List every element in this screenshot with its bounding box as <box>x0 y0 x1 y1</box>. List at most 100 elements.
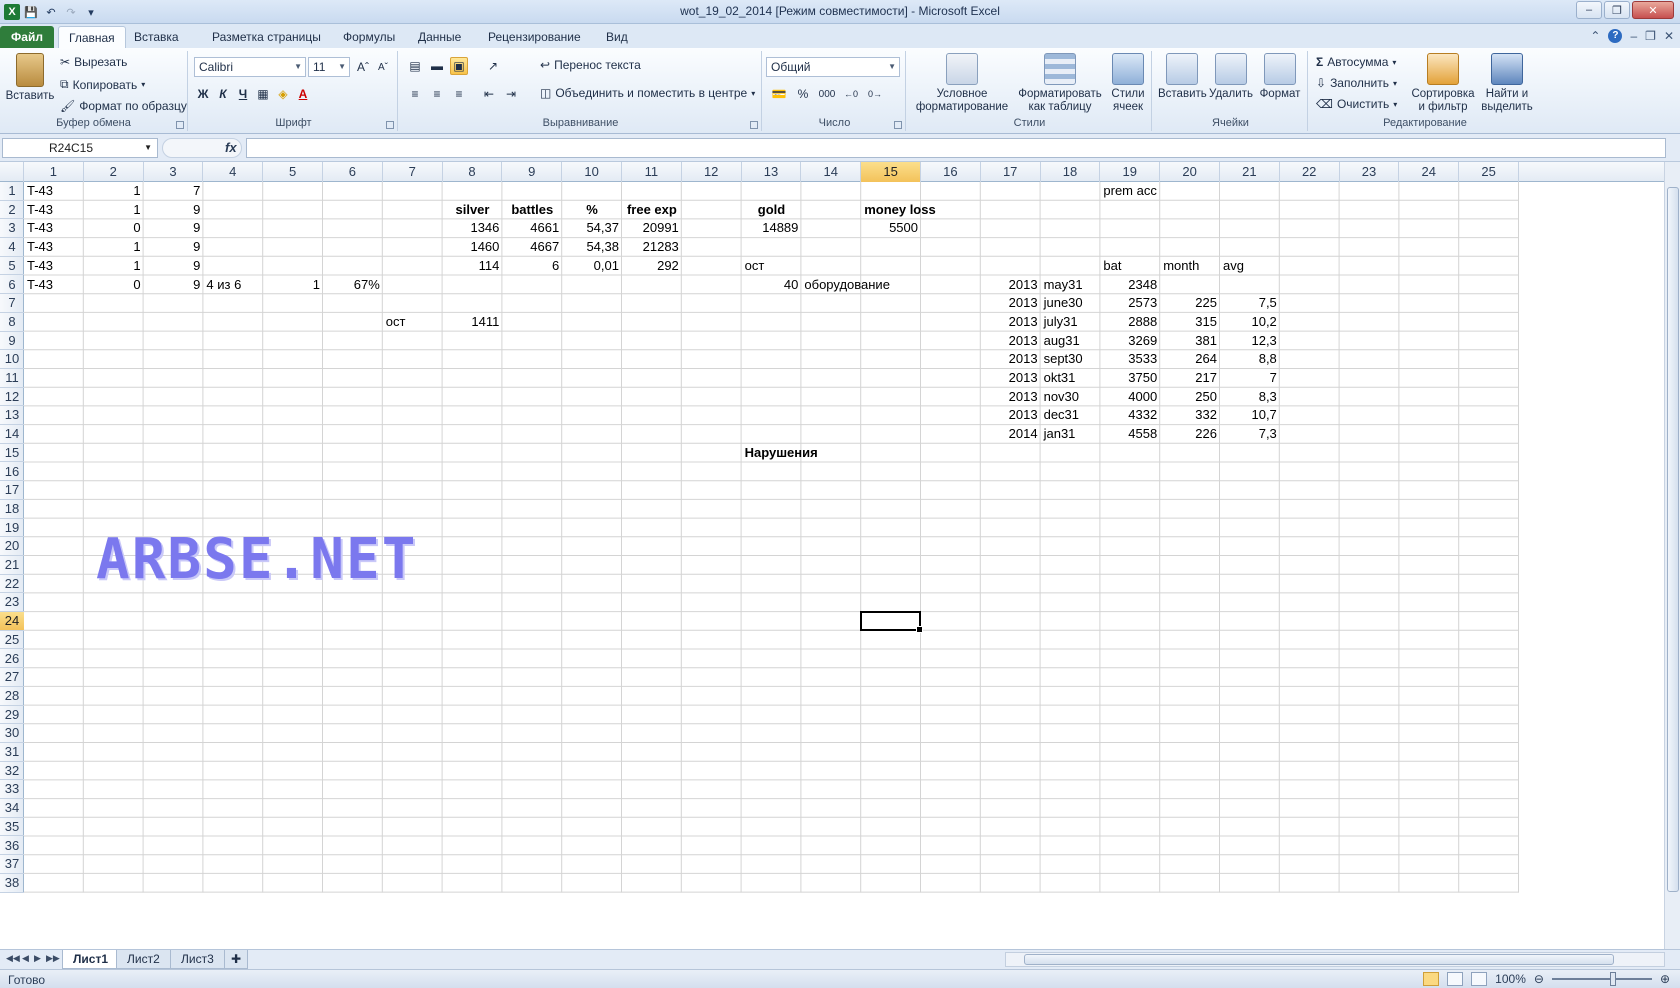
format-as-table-button[interactable]: Форматировать как таблицу <box>1016 53 1104 114</box>
column-header[interactable]: 11 <box>622 162 682 182</box>
tab-home[interactable]: Главная <box>58 26 126 48</box>
cell[interactable]: 9 <box>144 257 204 276</box>
cell[interactable]: july31 <box>1041 313 1101 332</box>
cell[interactable]: T-43 <box>24 219 84 238</box>
delete-cells-button[interactable]: Удалить <box>1208 53 1254 101</box>
cut-button[interactable]: ✂ Вырезать <box>60 55 127 69</box>
prev-sheet-icon[interactable]: ◀ <box>22 953 29 964</box>
zoom-slider[interactable] <box>1551 972 1652 986</box>
workbook-close-icon[interactable]: ✕ <box>1664 29 1674 43</box>
cell[interactable]: 67% <box>323 276 383 295</box>
column-header[interactable]: 5 <box>263 162 323 182</box>
zoom-slider-knob[interactable] <box>1609 972 1616 986</box>
clipboard-dialog-launcher[interactable] <box>176 121 184 129</box>
cell[interactable]: 3750 <box>1100 369 1160 388</box>
cell[interactable]: 0 <box>84 276 144 295</box>
underline-button[interactable]: Ч <box>234 85 252 103</box>
format-painter-button[interactable]: 🖌 Формат по образцу <box>60 99 187 113</box>
row-header[interactable]: 27 <box>0 668 24 687</box>
cell[interactable]: 332 <box>1160 406 1220 425</box>
cell[interactable]: 2013 <box>981 350 1041 369</box>
last-sheet-icon[interactable]: ▶▶ <box>46 953 60 964</box>
cell[interactable]: 2013 <box>981 276 1041 295</box>
cell[interactable]: bat <box>1100 257 1160 276</box>
cell[interactable]: оборудование <box>801 276 890 295</box>
cell[interactable]: prem acc <box>1100 182 1160 201</box>
next-sheet-icon[interactable]: ▶ <box>34 953 41 964</box>
find-select-button[interactable]: Найти и выделить <box>1476 53 1538 114</box>
row-header[interactable]: 12 <box>0 388 24 407</box>
number-dialog-launcher[interactable] <box>894 121 902 129</box>
insert-function-icon[interactable]: fx <box>225 140 237 155</box>
column-header[interactable]: 24 <box>1399 162 1460 182</box>
new-sheet-icon[interactable]: ✚ <box>224 950 249 969</box>
column-header[interactable]: 12 <box>682 162 742 182</box>
workbook-minimize-icon[interactable]: – <box>1630 29 1637 43</box>
cell[interactable]: 2013 <box>981 294 1041 313</box>
normal-view-icon[interactable] <box>1423 972 1440 986</box>
fill-color-icon[interactable]: ◈ <box>274 85 292 103</box>
cell[interactable]: 6 <box>502 257 562 276</box>
cell[interactable]: gold <box>742 201 802 220</box>
row-header[interactable]: 15 <box>0 444 24 463</box>
percent-button[interactable]: % <box>794 85 812 103</box>
cell[interactable]: battles <box>502 201 562 220</box>
cell-styles-button[interactable]: Стили ячеек <box>1106 53 1150 114</box>
cell[interactable]: dec31 <box>1041 406 1101 425</box>
cell[interactable]: T-43 <box>24 276 84 295</box>
cell[interactable]: money loss <box>861 201 936 220</box>
sheet-tab-2[interactable]: Лист2 <box>116 950 171 969</box>
row-header[interactable]: 10 <box>0 350 24 369</box>
row-header[interactable]: 35 <box>0 818 24 837</box>
tab-review[interactable]: Рецензирование <box>478 26 591 48</box>
wrap-text-button[interactable]: ↩ Перенос текста <box>540 58 641 72</box>
tab-page-layout[interactable]: Разметка страницы <box>202 26 331 48</box>
sheet-tab-1[interactable]: Лист1 <box>62 950 120 969</box>
row-header[interactable]: 31 <box>0 743 24 762</box>
cell[interactable]: 2013 <box>981 313 1041 332</box>
autosum-button[interactable]: Σ Автосумма ▾ <box>1316 55 1396 69</box>
row-header[interactable]: 17 <box>0 481 24 500</box>
zoom-level[interactable]: 100% <box>1495 972 1526 986</box>
cell[interactable]: 292 <box>622 257 682 276</box>
vertical-scrollbar[interactable] <box>1664 162 1680 957</box>
cell[interactable]: june30 <box>1041 294 1101 313</box>
row-header[interactable]: 1 <box>0 182 24 201</box>
cell[interactable]: 4558 <box>1100 425 1160 444</box>
cell[interactable]: 2013 <box>981 369 1041 388</box>
cell[interactable]: ост <box>383 313 443 332</box>
zoom-out-icon[interactable]: ⊖ <box>1534 972 1544 986</box>
cell[interactable]: 2013 <box>981 388 1041 407</box>
cell[interactable]: 7,3 <box>1220 425 1280 444</box>
cell[interactable]: 4667 <box>502 238 562 257</box>
cell[interactable]: silver <box>443 201 503 220</box>
grow-font-icon[interactable]: Aˆ <box>354 58 372 76</box>
align-center-icon[interactable]: ≡ <box>428 85 446 103</box>
cell[interactable]: 0,01 <box>562 257 622 276</box>
align-middle-icon[interactable]: ▬ <box>428 57 446 75</box>
page-break-view-icon[interactable] <box>1471 972 1488 986</box>
cell[interactable]: 9 <box>144 201 204 220</box>
italic-button[interactable]: К <box>214 85 232 103</box>
row-header[interactable]: 14 <box>0 425 24 444</box>
cell[interactable]: T-43 <box>24 201 84 220</box>
cell[interactable]: 8,3 <box>1220 388 1280 407</box>
cell[interactable]: 4661 <box>502 219 562 238</box>
cell[interactable]: 4000 <box>1100 388 1160 407</box>
column-header[interactable]: 21 <box>1220 162 1280 182</box>
row-header[interactable]: 7 <box>0 294 24 313</box>
cell[interactable]: avg <box>1220 257 1280 276</box>
row-header[interactable]: 11 <box>0 369 24 388</box>
column-header[interactable]: 15 <box>861 162 921 182</box>
column-header[interactable]: 23 <box>1340 162 1400 182</box>
tab-data[interactable]: Данные <box>408 26 471 48</box>
row-header[interactable]: 34 <box>0 799 24 818</box>
horizontal-scroll-thumb[interactable] <box>1024 954 1614 965</box>
decrease-decimal-icon[interactable]: 0→ <box>866 85 884 103</box>
cell[interactable]: okt31 <box>1041 369 1101 388</box>
cell[interactable]: 9 <box>144 238 204 257</box>
column-header[interactable]: 19 <box>1100 162 1161 182</box>
bold-button[interactable]: Ж <box>194 85 212 103</box>
formula-input[interactable] <box>246 138 1666 158</box>
row-header[interactable]: 16 <box>0 463 24 482</box>
